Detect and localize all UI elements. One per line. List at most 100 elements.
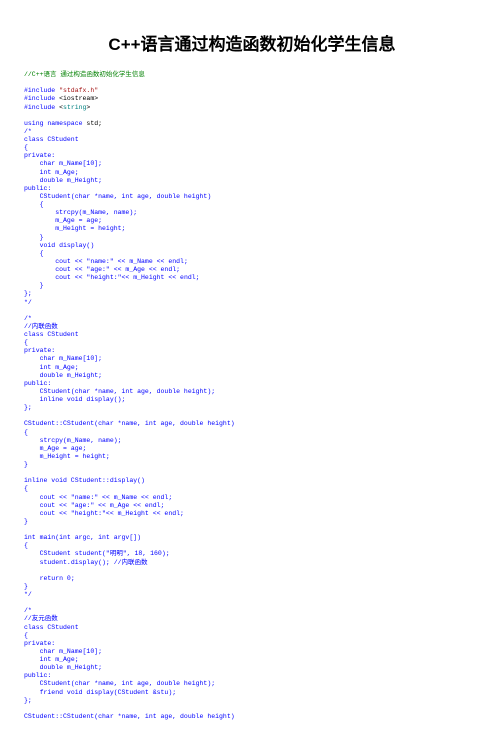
code-token: char m_Name[10]; xyxy=(40,648,102,655)
code-token: CStudent::CStudent(char *name, int age, … xyxy=(24,713,235,720)
code-line: m_Height = height; xyxy=(24,453,480,461)
document-page: C++语言通过构造函数初始化学生信息 //C++语言 通过构造函数初始化学生信息… xyxy=(0,0,504,741)
code-line: double m_Height; xyxy=(24,177,480,185)
code-line: cout << "age:" << m_Age << endl; xyxy=(24,266,480,274)
code-line: return 0; xyxy=(24,575,480,583)
code-line: class CStudent xyxy=(24,136,480,144)
code-token: CStudent(char *name, int age, double hei… xyxy=(40,680,216,687)
code-line: public: xyxy=(24,672,480,680)
code-line: using namespace std; xyxy=(24,120,480,128)
code-token: cout << "age:" << m_Age << endl; xyxy=(40,502,165,509)
code-line: private: xyxy=(24,152,480,160)
code-line xyxy=(24,307,480,315)
code-line: */ xyxy=(24,591,480,599)
code-token: return 0; xyxy=(40,575,75,582)
code-line: class CStudent xyxy=(24,331,480,339)
code-line: CStudent(char *name, int age, double hei… xyxy=(24,680,480,688)
code-line: /* xyxy=(24,607,480,615)
code-line: strcpy(m_Name, name); xyxy=(24,209,480,217)
code-line: #include "stdafx.h" xyxy=(24,87,480,95)
code-line xyxy=(24,412,480,420)
code-line: { xyxy=(24,632,480,640)
code-token: strcpy(m_Name, name); xyxy=(40,437,122,444)
code-token: #include xyxy=(24,95,59,102)
code-token: "stdafx.h" xyxy=(59,87,98,94)
code-token: double m_Height; xyxy=(40,664,102,671)
code-line: /* xyxy=(24,315,480,323)
code-token: }; xyxy=(24,404,32,411)
code-line: } xyxy=(24,461,480,469)
code-line: inline void display(); xyxy=(24,396,480,404)
code-token: }; xyxy=(24,697,32,704)
code-token: string xyxy=(63,104,86,111)
code-line: private: xyxy=(24,347,480,355)
code-token: > xyxy=(86,104,90,111)
code-token: double m_Height; xyxy=(40,372,102,379)
code-line: m_Age = age; xyxy=(24,217,480,225)
code-line xyxy=(24,567,480,575)
code-token: inline void display(); xyxy=(40,396,126,403)
code-token: void display() xyxy=(40,242,95,249)
code-token: /* xyxy=(24,607,32,614)
code-line: inline void CStudent::display() xyxy=(24,477,480,485)
code-line: } xyxy=(24,234,480,242)
code-line: /* xyxy=(24,128,480,136)
code-token: class CStudent xyxy=(24,331,79,338)
code-token: friend void display(CStudent &stu); xyxy=(40,689,177,696)
code-line: cout << "height:"<< m_Height << endl; xyxy=(24,510,480,518)
code-token: CStudent(char *name, int age, double hei… xyxy=(40,388,216,395)
code-token: } xyxy=(24,461,28,468)
code-line: cout << "height:"<< m_Height << endl; xyxy=(24,274,480,282)
code-line: m_Age = age; xyxy=(24,445,480,453)
code-token: strcpy(m_Name, name); xyxy=(55,209,137,216)
code-line: { xyxy=(24,429,480,437)
code-token: } xyxy=(24,583,28,590)
code-token: public: xyxy=(24,672,51,679)
code-token: { xyxy=(24,542,28,549)
code-line: CStudent(char *name, int age, double hei… xyxy=(24,388,480,396)
code-token: CStudent::CStudent(char *name, int age, … xyxy=(24,420,235,427)
code-token: }; xyxy=(24,290,32,297)
code-token: cout << "name:" << m_Name << endl; xyxy=(55,258,188,265)
code-token: cout << "age:" << m_Age << endl; xyxy=(55,266,180,273)
code-token: private: xyxy=(24,152,55,159)
code-line: CStudent(char *name, int age, double hei… xyxy=(24,193,480,201)
code-token: cout << "name:" << m_Name << endl; xyxy=(40,494,173,501)
code-line: class CStudent xyxy=(24,624,480,632)
code-line: public: xyxy=(24,380,480,388)
code-token: } xyxy=(40,282,44,289)
code-token: { xyxy=(40,201,44,208)
code-token: { xyxy=(24,632,28,639)
code-token: m_Age = age; xyxy=(40,445,87,452)
code-token: { xyxy=(40,250,44,257)
code-line: double m_Height; xyxy=(24,372,480,380)
code-token: m_Height = height; xyxy=(55,225,125,232)
code-token: /* xyxy=(24,315,32,322)
code-token: } xyxy=(40,234,44,241)
code-token: <iostream> xyxy=(59,95,98,102)
code-line: friend void display(CStudent &stu); xyxy=(24,689,480,697)
code-token: int m_Age; xyxy=(40,169,79,176)
code-line: private: xyxy=(24,640,480,648)
code-line: CStudent::CStudent(char *name, int age, … xyxy=(24,420,480,428)
code-line: void display() xyxy=(24,242,480,250)
code-line: int m_Age; xyxy=(24,169,480,177)
code-line: cout << "name:" << m_Name << endl; xyxy=(24,258,480,266)
code-line: double m_Height; xyxy=(24,664,480,672)
code-token: int m_Age; xyxy=(40,656,79,663)
code-line: //内联函数 xyxy=(24,323,480,331)
code-line: cout << "name:" << m_Name << endl; xyxy=(24,494,480,502)
code-token: //C++语言 通过构造函数初始化学生信息 xyxy=(24,71,145,78)
code-token: { xyxy=(24,485,28,492)
code-token: public: xyxy=(24,380,51,387)
code-token: int main(int argc, int argv[]) xyxy=(24,534,141,541)
code-line: m_Height = height; xyxy=(24,225,480,233)
code-line: int m_Age; xyxy=(24,656,480,664)
code-token: char m_Name[10]; xyxy=(40,160,102,167)
code-line: } xyxy=(24,282,480,290)
code-token: std; xyxy=(86,120,102,127)
code-token: */ xyxy=(24,299,32,306)
code-line: }; xyxy=(24,404,480,412)
code-line: */ xyxy=(24,299,480,307)
code-token: private: xyxy=(24,640,55,647)
